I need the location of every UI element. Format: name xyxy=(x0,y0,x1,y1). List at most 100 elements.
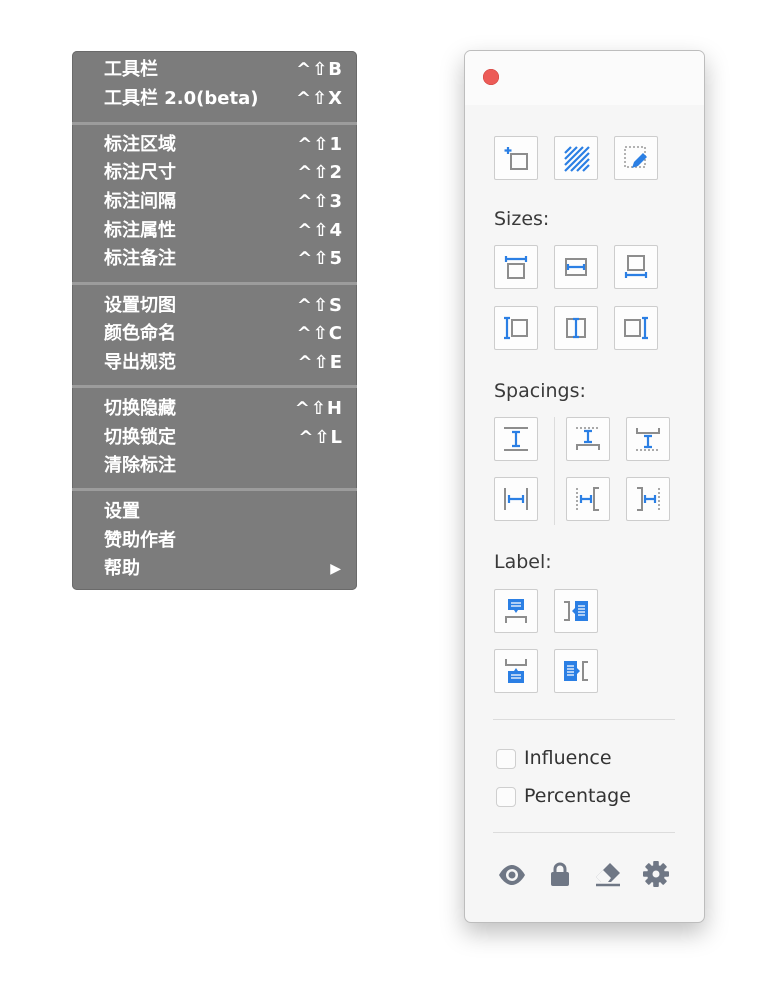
submenu-arrow-icon: ▶ xyxy=(330,561,341,577)
menu-item-label: 赞助作者 xyxy=(104,530,176,551)
label-bottom-button[interactable] xyxy=(494,649,538,693)
menu-item-toolbar-beta[interactable]: 工具栏 2.0(beta) ^⇧X xyxy=(72,85,357,113)
menu-separator xyxy=(72,122,357,125)
menu-separator xyxy=(72,385,357,388)
gear-icon xyxy=(643,861,669,887)
menu-item-toggle-hidden[interactable]: 切换隐藏 ^⇧H xyxy=(72,395,357,423)
height-right-button[interactable] xyxy=(614,306,658,350)
menu-item-mark-properties[interactable]: 标注属性 ^⇧4 xyxy=(72,217,357,245)
menu-item-shortcut: ^⇧2 xyxy=(297,162,343,183)
menu-item-label: 标注区域 xyxy=(104,134,176,155)
section-label-sizes: Sizes: xyxy=(494,208,550,230)
width-bottom-icon xyxy=(624,255,648,278)
spacing-left-icon xyxy=(576,487,599,511)
spacing-bottom-button[interactable] xyxy=(626,417,670,461)
menu-item-label: 帮助 xyxy=(104,558,140,579)
menu-item-shortcut: ^⇧X xyxy=(295,88,343,109)
color-picker-button[interactable] xyxy=(614,136,658,180)
title-bar[interactable] xyxy=(465,51,704,105)
menu-item-shortcut: ^⇧E xyxy=(297,352,343,373)
menu-item-label: 导出规范 xyxy=(104,352,176,373)
width-top-button[interactable] xyxy=(494,245,538,289)
menu-item-label: 标注备注 xyxy=(104,248,176,269)
context-menu: 工具栏 ^⇧B 工具栏 2.0(beta) ^⇧X 标注区域 ^⇧1 标注尺寸 … xyxy=(72,51,357,590)
menu-item-shortcut: ^⇧1 xyxy=(297,134,343,155)
height-center-button[interactable] xyxy=(554,306,598,350)
eye-icon xyxy=(499,865,525,885)
label-left-button[interactable] xyxy=(554,649,598,693)
menu-item-shortcut: ^⇧C xyxy=(296,323,343,344)
menu-item-export-spec[interactable]: 导出规范 ^⇧E xyxy=(72,349,357,377)
clear-marks-button[interactable] xyxy=(593,859,623,889)
menu-item-shortcut: ^⇧L xyxy=(298,427,343,448)
menu-item-label: 标注尺寸 xyxy=(104,162,176,183)
menu-item-label: 标注属性 xyxy=(104,220,176,241)
spacing-right-icon xyxy=(637,487,660,511)
spacing-left-button[interactable] xyxy=(566,477,610,521)
menu-item-mark-spacing[interactable]: 标注间隔 ^⇧3 xyxy=(72,188,357,216)
new-artboard-button[interactable] xyxy=(494,136,538,180)
new-artboard-icon xyxy=(504,147,528,170)
menu-item-color-names[interactable]: 颜色命名 ^⇧C xyxy=(72,320,357,348)
lock-icon xyxy=(551,862,569,886)
menu-item-toggle-locked[interactable]: 切换锁定 ^⇧L xyxy=(72,424,357,452)
menu-item-label: 清除标注 xyxy=(104,455,176,476)
menu-item-shortcut: ^⇧3 xyxy=(297,191,343,212)
menu-separator xyxy=(72,488,357,491)
menu-item-label: 工具栏 2.0(beta) xyxy=(104,88,259,109)
toggle-lock-button[interactable] xyxy=(545,859,575,889)
color-picker-icon xyxy=(624,146,647,168)
menu-item-mark-area[interactable]: 标注区域 ^⇧1 xyxy=(72,131,357,159)
height-left-icon xyxy=(504,316,528,340)
height-left-button[interactable] xyxy=(494,306,538,350)
spacing-divider xyxy=(554,417,555,525)
menu-item-label: 颜色命名 xyxy=(104,323,176,344)
menu-item-mark-note[interactable]: 标注备注 ^⇧5 xyxy=(72,245,357,273)
hatch-overlay-icon xyxy=(564,146,590,172)
menu-item-label: 标注间隔 xyxy=(104,191,176,212)
label-top-button[interactable] xyxy=(494,589,538,633)
percentage-checkbox[interactable] xyxy=(496,787,516,807)
percentage-label: Percentage xyxy=(524,785,631,807)
width-middle-icon xyxy=(565,258,587,276)
menu-item-shortcut: ^⇧4 xyxy=(297,220,343,241)
menu-item-clear-marks[interactable]: 清除标注 xyxy=(72,452,357,480)
menu-item-label: 切换隐藏 xyxy=(104,398,176,419)
width-middle-button[interactable] xyxy=(554,245,598,289)
divider xyxy=(493,832,675,833)
menu-item-label: 设置切图 xyxy=(104,295,176,316)
influence-checkbox[interactable] xyxy=(496,749,516,769)
width-bottom-button[interactable] xyxy=(614,245,658,289)
menu-separator xyxy=(72,282,357,285)
close-button[interactable] xyxy=(483,69,499,85)
label-right-button[interactable] xyxy=(554,589,598,633)
menu-item-settings[interactable]: 设置 xyxy=(72,498,357,526)
settings-button[interactable] xyxy=(641,859,671,889)
menu-item-sponsor[interactable]: 赞助作者 xyxy=(72,527,357,555)
menu-item-shortcut: ^⇧5 xyxy=(297,248,343,269)
influence-label: Influence xyxy=(524,747,612,769)
section-label-label: Label: xyxy=(494,551,552,573)
menu-item-help[interactable]: 帮助 ▶ xyxy=(72,555,357,583)
width-top-icon xyxy=(504,256,528,279)
menu-item-label: 切换锁定 xyxy=(104,427,176,448)
label-left-icon xyxy=(564,661,588,681)
spacing-top-button[interactable] xyxy=(566,417,610,461)
hatch-overlay-button[interactable] xyxy=(554,136,598,180)
menu-item-shortcut: ^⇧S xyxy=(296,295,343,316)
label-right-icon xyxy=(564,601,588,621)
menu-item-shortcut: ^⇧B xyxy=(296,59,343,80)
menu-item-label: 设置 xyxy=(104,501,140,522)
height-right-icon xyxy=(624,316,648,340)
toggle-visibility-button[interactable] xyxy=(497,859,527,889)
spacing-right-button[interactable] xyxy=(626,477,670,521)
section-label-spacings: Spacings: xyxy=(494,380,586,402)
spacing-horizontal-button[interactable] xyxy=(494,477,538,521)
spacing-top-icon xyxy=(576,427,600,450)
menu-item-toolbar[interactable]: 工具栏 ^⇧B xyxy=(72,56,357,84)
menu-item-set-slice[interactable]: 设置切图 ^⇧S xyxy=(72,292,357,320)
menu-item-mark-size[interactable]: 标注尺寸 ^⇧2 xyxy=(72,159,357,187)
spacing-vertical-button[interactable] xyxy=(494,417,538,461)
tool-palette: Sizes: Spacings: Label: Influence Percen… xyxy=(464,50,705,923)
height-center-icon xyxy=(566,317,586,339)
